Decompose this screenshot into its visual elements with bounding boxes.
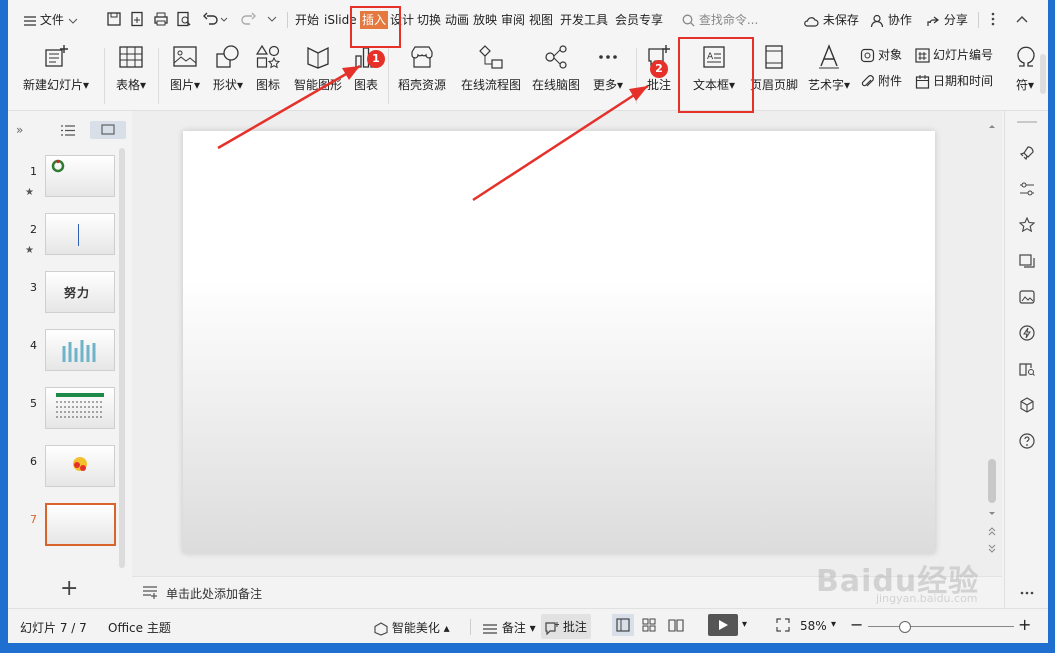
wps-window: 文件 开始 iSlide 插入 设计 切换 动画 放映 审阅 视图 开发工具 会… [8, 0, 1048, 643]
step-badge-2: 2 [650, 60, 668, 78]
baidu-watermark: Baidu经验 jingyan.baidu.com [816, 556, 1016, 606]
watermark-url: jingyan.baidu.com [876, 592, 978, 605]
step-badge-1: 1 [367, 50, 385, 68]
annotation-arrows [217, 64, 649, 202]
